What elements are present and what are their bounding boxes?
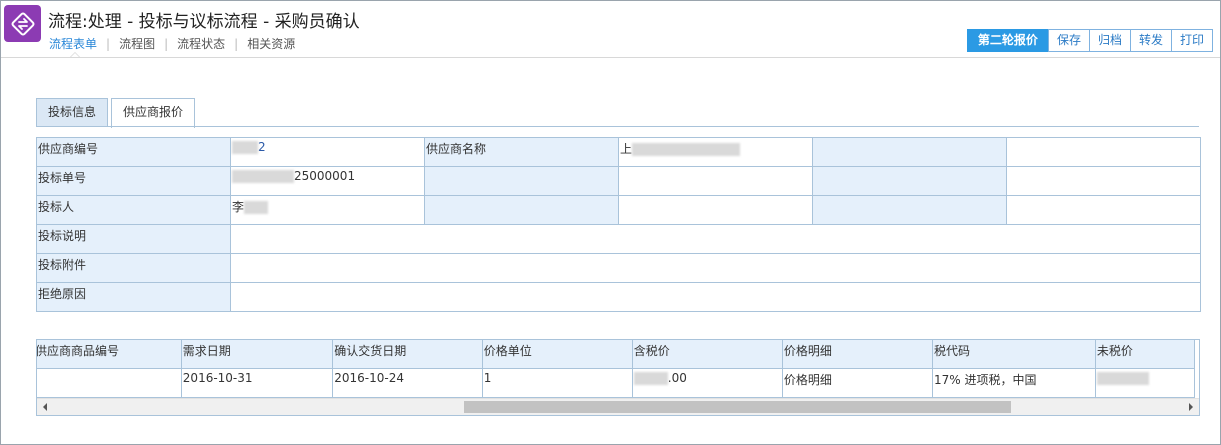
nav-separator: | (106, 36, 111, 51)
untaxed-price-cell[interactable] (1094, 368, 1196, 398)
redacted-text (632, 143, 741, 156)
empty-label-cell (812, 166, 1007, 196)
empty-label-cell (812, 137, 1007, 167)
supplier-name-value: 上 (620, 142, 633, 156)
supplier-code-value: 2 (258, 140, 266, 154)
redacted-text (1096, 372, 1149, 385)
redacted-text (244, 201, 269, 214)
empty-label-cell (424, 166, 619, 196)
empty-label-cell (812, 195, 1007, 225)
empty-value-cell (618, 195, 813, 225)
tab-bid-info[interactable]: 投标信息 (36, 98, 109, 127)
redacted-text (232, 170, 294, 183)
bid-no-value: 25000001 (294, 169, 356, 183)
column-header[interactable]: 价格单位 (481, 340, 633, 369)
nav-item-flow-chart[interactable]: 流程图 (119, 35, 155, 52)
bid-attach-field[interactable] (230, 253, 1201, 283)
column-header[interactable]: 价格明细 (781, 340, 933, 369)
column-header[interactable]: 供应商商品编号 (37, 340, 182, 369)
column-header[interactable]: 确认交货日期 (332, 340, 483, 369)
nav-item-flow-form[interactable]: 流程表单 (49, 35, 97, 52)
scroll-left-arrow-icon[interactable] (43, 403, 47, 411)
tab-supplier-quote[interactable]: 供应商报价 (111, 98, 196, 128)
forward-button[interactable]: 转发 (1129, 29, 1172, 52)
bid-desc-field[interactable] (230, 224, 1201, 254)
bid-no-field[interactable]: 25000001 (230, 166, 425, 196)
empty-value-cell (1006, 137, 1201, 167)
supplier-name-field[interactable]: 上 (618, 137, 813, 167)
page-title: 流程:处理 - 投标与议标流程 - 采购员确认 (48, 12, 360, 32)
bid-attach-label: 投标附件 (36, 253, 231, 283)
required-date-cell[interactable]: 2016-10-31 (180, 368, 334, 398)
empty-label-cell (424, 195, 619, 225)
scroll-right-arrow-icon[interactable] (1189, 403, 1193, 411)
horizontal-scrollbar[interactable] (37, 398, 1199, 415)
price-detail-link[interactable]: 价格明细 (781, 368, 933, 398)
bid-no-label: 投标单号 (36, 166, 231, 196)
empty-value-cell (618, 166, 813, 196)
redacted-text (633, 372, 668, 385)
column-header[interactable]: 含税价 (631, 340, 783, 369)
form-tabs: 投标信息 供应商报价 (36, 98, 198, 128)
second-round-quote-button[interactable]: 第二轮报价 (966, 29, 1049, 52)
column-header[interactable]: 未税价 (1094, 340, 1196, 369)
confirmed-delivery-date-cell[interactable]: 2016-10-24 (332, 368, 483, 398)
nav-separator: | (164, 36, 169, 51)
items-grid: 供应商商品编号 需求日期 确认交货日期 价格单位 含税价 价格明细 税代码 未税… (37, 340, 1196, 398)
supplier-code-label: 供应商编号 (36, 137, 231, 167)
column-header[interactable]: 需求日期 (180, 340, 334, 369)
supplier-name-label: 供应商名称 (424, 137, 619, 167)
bid-desc-label: 投标说明 (36, 224, 231, 254)
header-divider (1, 57, 1220, 58)
reject-reason-label: 拒绝原因 (36, 282, 231, 312)
items-header-row: 供应商商品编号 需求日期 确认交货日期 价格单位 含税价 价格明细 税代码 未税… (37, 340, 1196, 369)
supplier-item-no-cell[interactable] (37, 368, 182, 398)
tax-included-price-cell[interactable]: .00 (631, 368, 783, 398)
tab-underline (36, 126, 1199, 127)
nav-item-flow-status[interactable]: 流程状态 (177, 35, 225, 52)
items-grid-container: 供应商商品编号 需求日期 确认交货日期 价格单位 含税价 价格明细 税代码 未税… (36, 339, 1200, 416)
toolbar: 第二轮报价 保存 归档 转发 打印 (966, 29, 1213, 52)
save-button[interactable]: 保存 (1047, 29, 1090, 52)
bidder-value: 李 (232, 200, 245, 214)
tax-included-price-value: .00 (667, 371, 687, 385)
archive-button[interactable]: 归档 (1088, 29, 1131, 52)
print-button[interactable]: 打印 (1170, 29, 1213, 52)
flow-sync-icon (4, 5, 41, 42)
nav-item-related-resources[interactable]: 相关资源 (247, 35, 295, 52)
nav-bar: 流程表单 | 流程图 | 流程状态 | 相关资源 (49, 35, 295, 52)
column-header[interactable]: 税代码 (931, 340, 1096, 369)
bidder-label: 投标人 (36, 195, 231, 225)
empty-value-cell (1006, 195, 1201, 225)
nav-separator: | (234, 36, 239, 51)
price-unit-cell[interactable]: 1 (481, 368, 633, 398)
supplier-code-field[interactable]: 2 (230, 137, 425, 167)
table-row[interactable]: 2016-10-31 2016-10-24 1 .00 价格明细 17% 进项税… (37, 368, 1196, 398)
tax-code-cell[interactable]: 17% 进项税，中国 (931, 368, 1096, 398)
redacted-text (232, 141, 258, 154)
empty-value-cell (1006, 166, 1201, 196)
supplier-form-grid: 供应商编号 2 供应商名称 上 投标单号 25000001 投标人 李 投标说明… (36, 137, 1201, 312)
reject-reason-field[interactable] (230, 282, 1201, 312)
scrollbar-thumb[interactable] (464, 401, 1011, 413)
bidder-field[interactable]: 李 (230, 195, 425, 225)
